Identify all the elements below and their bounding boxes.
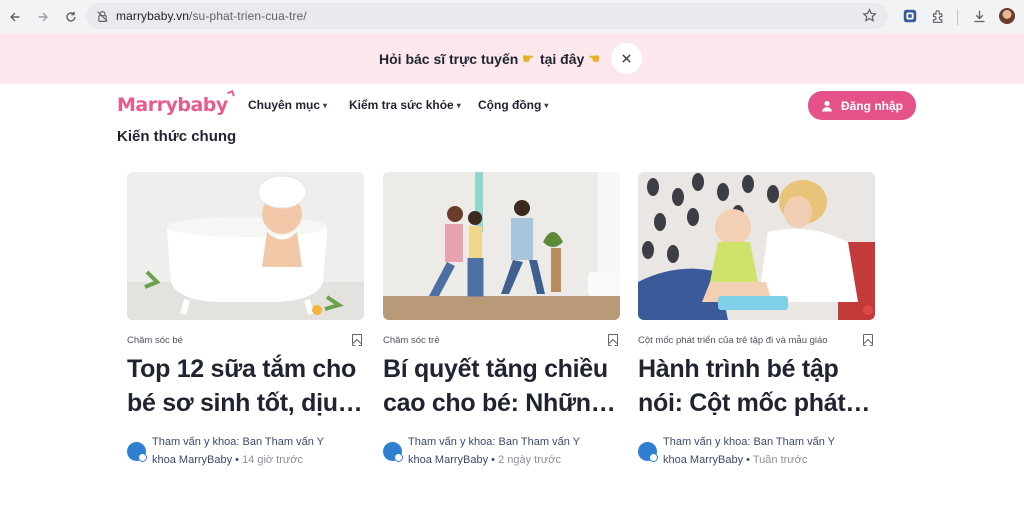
logo-spark <box>226 90 235 98</box>
bookmark-icon[interactable] <box>352 334 362 346</box>
bookmark-icon[interactable] <box>863 334 873 346</box>
puzzle-extensions-icon[interactable] <box>929 7 947 25</box>
article-title[interactable]: Top 12 sữa tắm cho bé sơ sinh tốt, dịu… <box>127 352 364 420</box>
menu-label: Kiểm tra sức khỏe <box>349 98 454 112</box>
logo-text: Marrybaby <box>117 94 228 116</box>
title-line-2: bé sơ sinh tốt, dịu… <box>127 389 363 417</box>
article-category[interactable]: Chăm sóc bé <box>127 335 183 346</box>
article-title[interactable]: Hành trình bé tập nói: Cột mốc phát… <box>638 352 875 420</box>
author-line-2: khoa MarryBaby • 14 giờ trước <box>152 454 303 466</box>
forward-icon[interactable] <box>32 6 54 28</box>
reviewer-badge-icon <box>127 442 147 462</box>
publish-time: 14 giờ trước <box>242 454 303 466</box>
author-line-1[interactable]: Tham vấn y khoa: Ban Tham vấn Y <box>663 436 835 448</box>
author-name[interactable]: khoa MarryBaby <box>152 454 232 466</box>
title-line-1: Hành trình bé tập <box>638 355 839 383</box>
author-name[interactable]: khoa MarryBaby <box>408 454 488 466</box>
close-icon <box>622 54 631 63</box>
publish-time: 2 ngày trước <box>498 454 561 466</box>
login-label: Đăng nhập <box>841 98 903 113</box>
menu-label: Chuyên mục <box>248 98 321 112</box>
article-thumbnail[interactable] <box>638 172 875 320</box>
author-line-2: khoa MarryBaby • Tuần trước <box>663 454 808 466</box>
promo-text-before: Hỏi bác sĩ trực tuyến <box>379 51 519 67</box>
title-line-2: nói: Cột mốc phát… <box>638 389 871 417</box>
pointing-hand-left-icon: ☚ <box>588 51 600 66</box>
site-header: Marrybaby Chuyên mục ▾ Kiểm tra sức khỏe… <box>0 84 1024 126</box>
title-line-1: Bí quyết tăng chiều <box>383 355 608 383</box>
toolbar-divider <box>957 9 958 25</box>
publish-time: Tuần trước <box>752 454 808 466</box>
profile-avatar[interactable] <box>999 8 1015 24</box>
chevron-down-icon: ▾ <box>323 101 328 110</box>
reviewer-badge-icon <box>638 442 658 462</box>
chevron-down-icon: ▾ <box>456 101 461 110</box>
extension-icon[interactable] <box>901 7 919 25</box>
user-icon <box>822 100 832 111</box>
article-category[interactable]: Chăm sóc trẻ <box>383 335 440 346</box>
article-card[interactable]: Chăm sóc bé Top 12 sữa tắm cho bé sơ sin… <box>127 172 364 472</box>
bookmark-icon[interactable] <box>608 334 618 346</box>
menu-kiem-tra-suc-khoe[interactable]: Kiểm tra sức khỏe ▾ <box>349 98 461 112</box>
article-card[interactable]: Chăm sóc trẻ Bí quyết tăng chiều cao cho… <box>383 172 620 472</box>
title-line-1: Top 12 sữa tắm cho <box>127 355 356 383</box>
menu-chuyen-muc[interactable]: Chuyên mục ▾ <box>248 98 327 112</box>
chevron-down-icon: ▾ <box>544 101 549 110</box>
promo-link[interactable]: Hỏi bác sĩ trực tuyến ☛ tại đây ☚ <box>379 51 600 67</box>
section-title: Kiến thức chung <box>117 128 237 145</box>
article-card[interactable]: Cột mốc phát triển của trẻ tập đi và mẫu… <box>638 172 875 472</box>
not-secure-icon[interactable] <box>94 8 110 24</box>
bookmark-star-icon[interactable] <box>862 8 878 24</box>
author-line-2: khoa MarryBaby • 2 ngày trước <box>408 454 561 466</box>
marrybaby-logo[interactable]: Marrybaby <box>117 90 235 117</box>
url-text: marrybaby.vn/su-phat-trien-cua-tre/ <box>116 9 307 23</box>
url-path: /su-phat-trien-cua-tre/ <box>189 9 307 23</box>
promo-banner: Hỏi bác sĩ trực tuyến ☛ tại đây ☚ <box>0 33 1024 84</box>
address-bar[interactable]: marrybaby.vn/su-phat-trien-cua-tre/ <box>86 3 888 29</box>
back-icon[interactable] <box>4 6 26 28</box>
download-icon[interactable] <box>970 7 988 25</box>
article-thumbnail[interactable] <box>383 172 620 320</box>
promo-text-after: tại đây <box>539 51 585 67</box>
menu-label: Cộng đồng <box>478 98 542 112</box>
menu-cong-dong[interactable]: Cộng đồng ▾ <box>478 98 548 112</box>
reload-icon[interactable] <box>60 6 82 28</box>
author-name[interactable]: khoa MarryBaby <box>663 454 743 466</box>
author-line-1[interactable]: Tham vấn y khoa: Ban Tham vấn Y <box>152 436 324 448</box>
url-host: marrybaby.vn <box>116 9 190 23</box>
article-title[interactable]: Bí quyết tăng chiều cao cho bé: Nhữn… <box>383 352 620 420</box>
close-banner-button[interactable] <box>611 43 642 74</box>
pointing-hand-right-icon: ☛ <box>522 51 534 66</box>
reviewer-badge-icon <box>383 442 403 462</box>
article-thumbnail[interactable] <box>127 172 364 320</box>
article-category[interactable]: Cột mốc phát triển của trẻ tập đi và mẫu… <box>638 335 828 346</box>
author-line-1[interactable]: Tham vấn y khoa: Ban Tham vấn Y <box>408 436 580 448</box>
title-line-2: cao cho bé: Nhữn… <box>383 389 616 417</box>
login-button[interactable]: Đăng nhập <box>808 91 916 120</box>
